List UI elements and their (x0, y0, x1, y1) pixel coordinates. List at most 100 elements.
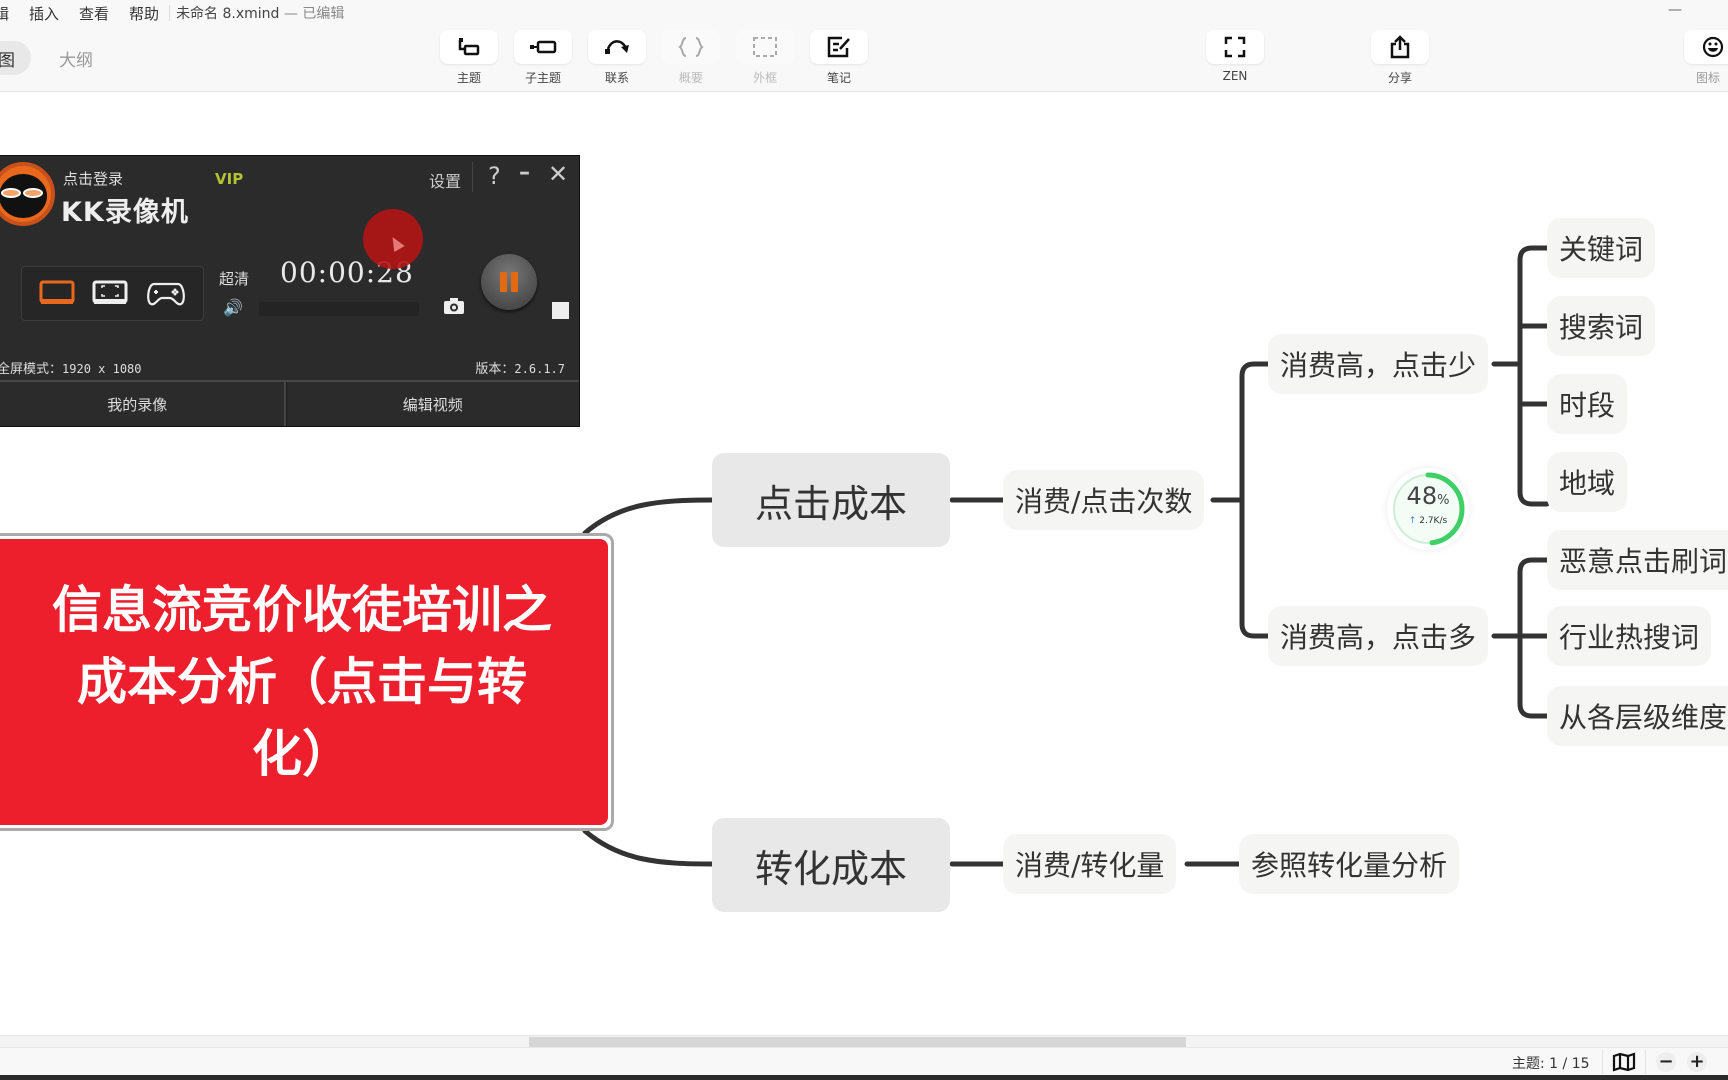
stop-button[interactable] (552, 302, 569, 319)
topic-cost-per-conversion[interactable]: 消费/转化量 (1003, 834, 1177, 894)
vip-badge[interactable]: VIP (215, 170, 243, 188)
central-topic-line-2: 成本分析（点击与转 (77, 653, 527, 711)
kk-logo (0, 162, 55, 226)
relationship-button[interactable]: 联系 (588, 30, 646, 86)
summary-label: 概要 (678, 71, 703, 85)
click-highlight-cursor (363, 209, 423, 269)
horizontal-scrollbar[interactable] (0, 1035, 1728, 1047)
share-label: 分享 (1387, 71, 1412, 85)
map-navigator-icon[interactable] (1612, 1052, 1636, 1072)
settings-button[interactable]: 设置 (429, 168, 461, 192)
note-icon (827, 36, 850, 58)
topic-region[interactable]: 地域 (1547, 452, 1628, 512)
help-button[interactable]: ? (488, 162, 501, 190)
zen-button[interactable]: ZEN (1206, 30, 1264, 83)
close-button[interactable]: ✕ (548, 160, 568, 188)
central-topic[interactable]: 信息流竞价收徒培训之 成本分析（点击与转 化） (0, 533, 614, 831)
edit-video-button[interactable]: 编辑视频 (285, 382, 580, 426)
summary-icon (678, 37, 704, 57)
link-central-conv-cost (582, 828, 715, 867)
menu-help[interactable]: 帮助 (119, 3, 169, 24)
share-icon (1390, 35, 1410, 59)
view-tabs: 图 大纲 (0, 41, 109, 75)
zen-label: ZEN (1222, 69, 1248, 83)
version-info: 版本：2.6.1.7 (475, 362, 565, 377)
topic-button[interactable]: 主题 (440, 30, 498, 86)
relationship-label: 联系 (604, 71, 629, 85)
subtopic-button[interactable]: 子主题 (514, 30, 572, 86)
topic-keywords[interactable]: 关键词 (1547, 218, 1656, 278)
note-label: 笔记 (826, 71, 851, 85)
topic-time-period[interactable]: 时段 (1547, 374, 1628, 434)
network-speed-widget[interactable]: 48% ↑ 2.7K/s (1387, 468, 1469, 550)
icon-button[interactable]: 图标 (1684, 30, 1728, 86)
login-link[interactable]: 点击登录 (63, 168, 123, 189)
topic-conversion-analysis[interactable]: 参照转化量分析 (1239, 834, 1460, 894)
link-ratio-group (1210, 361, 1271, 639)
zoom-in-button[interactable]: + (1687, 1052, 1707, 1072)
document-name: 未命名 8.xmind (176, 6, 280, 22)
volume-icon[interactable]: 🔊 (223, 298, 243, 317)
zen-fullscreen-icon (1224, 36, 1246, 58)
title-separator (472, 162, 473, 192)
topic-search-terms[interactable]: 搜索词 (1547, 296, 1656, 356)
link-central-click-cost (582, 497, 715, 536)
topic-high-cost-high-clicks[interactable]: 消费高，点击多 (1268, 606, 1489, 666)
topic-icon (458, 38, 480, 56)
menu-view[interactable]: 查看 (69, 3, 119, 24)
region-mode-icon[interactable] (92, 280, 128, 308)
boundary-button[interactable]: 外框 (736, 30, 794, 86)
central-topic-line-3: 化） (252, 725, 352, 783)
speed-rate: ↑ 2.7K/s (1408, 516, 1448, 526)
zoom-out-button[interactable]: − (1656, 1052, 1676, 1072)
my-recordings-button[interactable]: 我的录像 (0, 382, 286, 426)
fullscreen-mode-icon[interactable] (39, 280, 75, 308)
status-bar: 主题: 1 / 15 − + (0, 1047, 1728, 1075)
topic-industry-hot-terms[interactable]: 行业热搜词 (1547, 606, 1712, 666)
toolbar: 图 大纲 主题 子主题 联系 概要 外框 笔记 ZEN 分享 图标 (0, 26, 1728, 92)
note-button[interactable]: 笔记 (810, 30, 868, 86)
topic-conversion-cost[interactable]: 转化成本 (712, 818, 950, 912)
xmind-window: 辑 插入 查看 帮助 未命名 8.xmind — 已编辑 — 图 大纲 主题 子… (0, 0, 1728, 1080)
link-group2-leaves (1491, 557, 1550, 719)
mouse-pointer-icon (387, 233, 405, 253)
menu-insert[interactable]: 插入 (19, 3, 69, 24)
tab-outline[interactable]: 大纲 (43, 41, 109, 75)
volume-bar[interactable] (259, 302, 419, 316)
menu-edit[interactable]: 辑 (0, 3, 19, 24)
menu-separator (169, 5, 171, 21)
kk-recorder-window[interactable]: 点击登录 VIP KK录像机 设置 ? – ✕ 超清 00:00:28 🔊 全屏… (0, 155, 580, 427)
summary-button[interactable]: 概要 (662, 30, 720, 86)
central-topic-fill: 信息流竞价收徒培训之 成本分析（点击与转 化） (0, 539, 608, 825)
tab-mindmap[interactable]: 图 (0, 41, 31, 75)
status-separator (1645, 1050, 1646, 1074)
icon-label: 图标 (1696, 71, 1721, 85)
central-topic-line-1: 信息流竞价收徒培训之 (52, 581, 552, 639)
minimize-button[interactable]: – (519, 160, 530, 185)
topic-high-cost-low-clicks[interactable]: 消费高，点击少 (1268, 334, 1489, 394)
capture-mode-group (21, 266, 204, 321)
share-button[interactable]: 分享 (1371, 30, 1429, 86)
scrollbar-thumb[interactable] (529, 1037, 1186, 1047)
topic-malicious-clicks[interactable]: 恶意点击刷词 (1547, 530, 1728, 590)
emoji-icon (1702, 36, 1724, 58)
screenshot-camera-icon[interactable] (443, 297, 465, 315)
pause-button[interactable] (481, 254, 537, 310)
speed-percent: 48% (1406, 482, 1450, 510)
relationship-icon (605, 40, 629, 54)
quality-selector[interactable]: 超清 (219, 268, 249, 289)
mindmap-canvas[interactable]: 信息流竞价收徒培训之 成本分析（点击与转 化） 点击成本 转化成本 消费/点击次… (0, 93, 1728, 1035)
topic-label: 主题 (456, 71, 481, 85)
document-status: — 已编辑 (279, 6, 345, 22)
subtopic-icon (530, 40, 557, 54)
upload-arrow-icon: ↑ (1408, 516, 1417, 526)
window-minimize-button[interactable]: — (1668, 2, 1682, 18)
document-title: 未命名 8.xmind — 已编辑 (176, 3, 344, 23)
topic-multi-level-dimensions[interactable]: 从各层级维度 (1547, 686, 1728, 746)
topic-cost-per-click[interactable]: 消费/点击次数 (1003, 470, 1205, 530)
boundary-label: 外框 (752, 71, 777, 85)
link-group1-leaves (1491, 245, 1550, 507)
topic-count: 主题: 1 / 15 (1512, 1056, 1590, 1072)
topic-click-cost[interactable]: 点击成本 (712, 453, 950, 547)
game-mode-icon[interactable] (146, 280, 186, 308)
